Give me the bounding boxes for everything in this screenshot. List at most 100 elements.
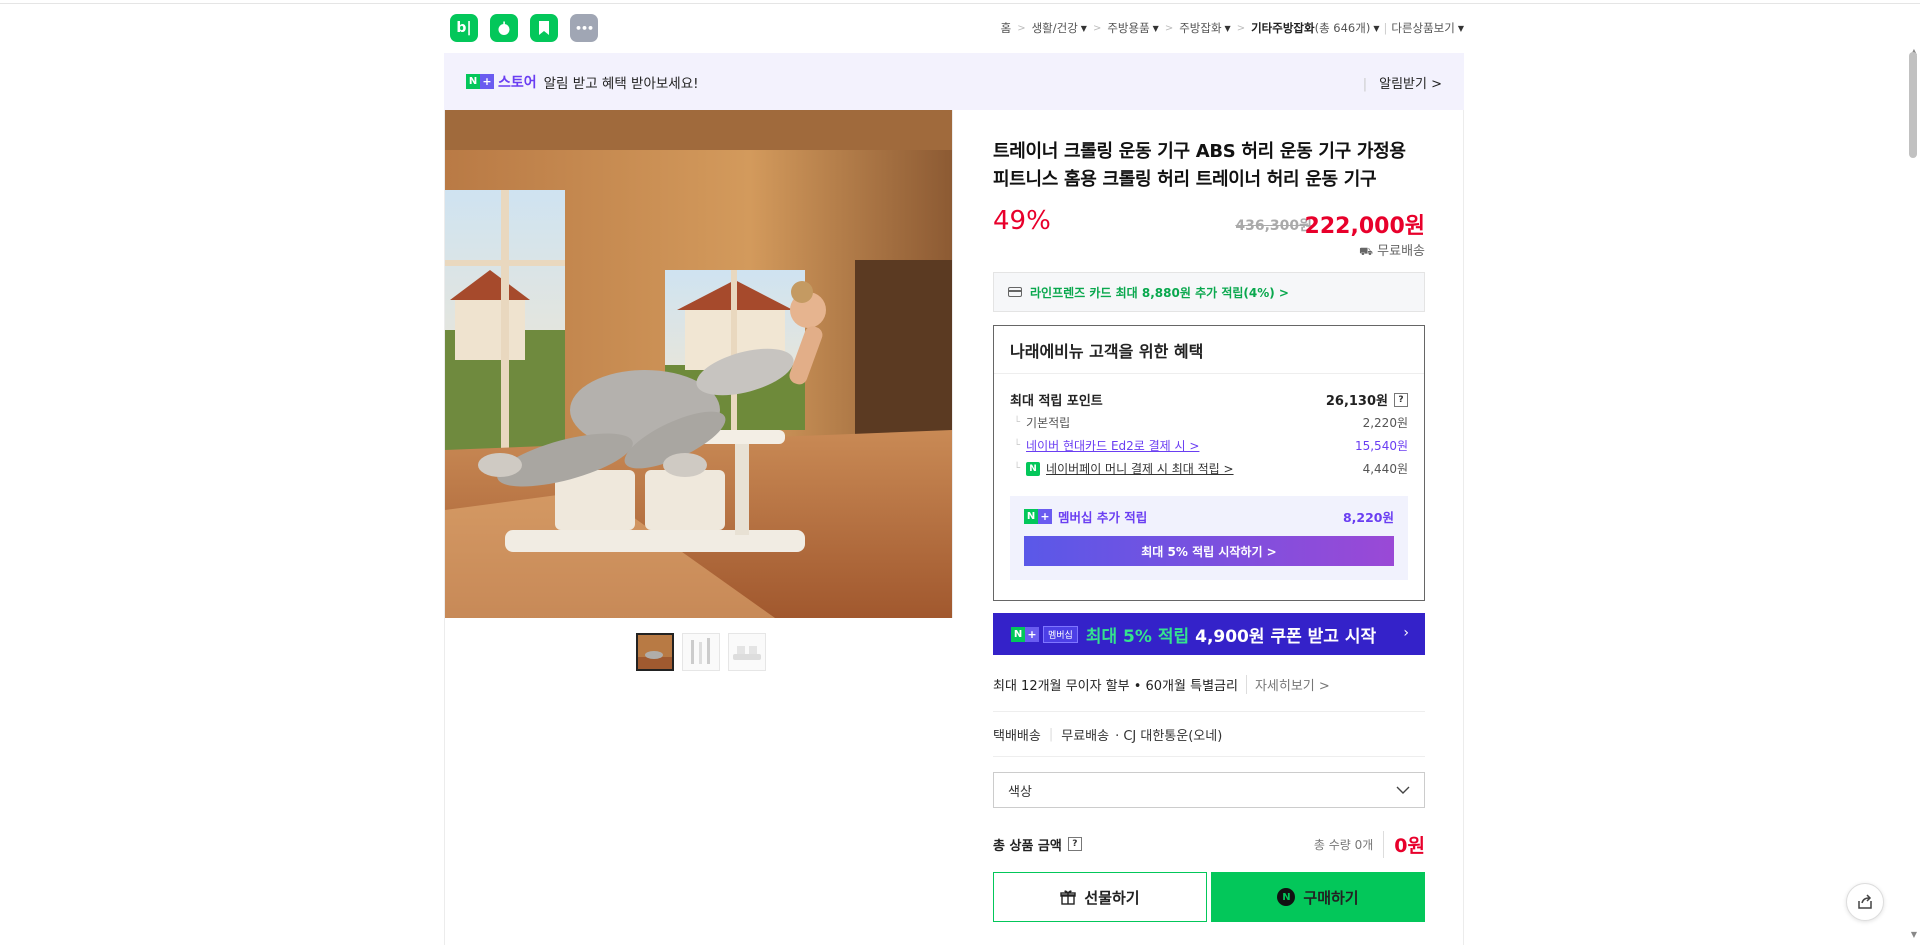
buy-button[interactable]: N 구매하기 bbox=[1211, 872, 1425, 922]
blog-app-icon[interactable]: b| bbox=[450, 14, 478, 42]
product-frame: 트레이너 크롤링 운동 기구 ABS 허리 운동 기구 가정용 피트니스 홈용 … bbox=[444, 110, 1464, 945]
bookmark-icon bbox=[539, 21, 549, 35]
thumbnail-list bbox=[636, 633, 953, 671]
naver-plus-logo: N + bbox=[466, 74, 494, 89]
select-placeholder: 색상 bbox=[1008, 784, 1032, 800]
naver-plus-logo: N + bbox=[1011, 626, 1039, 642]
membership-row: N + 멤버십 추가 적립 8,220원 bbox=[1024, 504, 1394, 528]
buy-label: 구매하기 bbox=[1303, 888, 1359, 907]
original-price: 436,300원 bbox=[1235, 218, 1312, 234]
tree-branch-icon: └ bbox=[1014, 463, 1021, 474]
n-icon: N bbox=[1024, 508, 1038, 524]
divider: | bbox=[1362, 77, 1368, 92]
app-shortcuts: b| ••• bbox=[450, 14, 598, 42]
benefit-heading: 나래에비뉴 고객을 위한 혜택 bbox=[994, 326, 1424, 374]
point-row-hyundai: └ 네이버 현대카드 Ed2로 결제 시 > 15,540원 bbox=[1010, 434, 1408, 457]
hero-photo bbox=[445, 110, 952, 618]
thumbnail-1[interactable] bbox=[636, 633, 674, 671]
total-label: 총 상품 금액 bbox=[993, 838, 1062, 854]
membership-tag: 멤버십 bbox=[1043, 625, 1078, 643]
benefit-box: 나래에비뉴 고객을 위한 혜택 최대 적립 포인트 26,130원 ? └ 기본적… bbox=[993, 325, 1425, 601]
scroll-down-arrow-icon[interactable]: ▼ bbox=[1911, 930, 1917, 939]
scrollbar-thumb[interactable] bbox=[1909, 52, 1917, 158]
n-icon: N bbox=[466, 74, 480, 89]
card-benefit-banner[interactable]: 라인프렌즈 카드 최대 8,880원 추가 적립(4%) > bbox=[993, 272, 1425, 312]
point-value: 15,540원 bbox=[1354, 439, 1408, 453]
alarm-label: 알림받기 > bbox=[1379, 77, 1442, 92]
delivery-type: 택배배송 bbox=[993, 728, 1041, 744]
thumbnail-image bbox=[729, 634, 765, 670]
max-point-label: 최대 적립 포인트 bbox=[1010, 394, 1103, 409]
caret-down-icon[interactable]: ▼ bbox=[1153, 24, 1159, 33]
membership-label: 멤버십 추가 적립 bbox=[1058, 509, 1148, 525]
bookmark-app-icon[interactable] bbox=[530, 14, 558, 42]
other-products-link[interactable]: 다른상품보기 bbox=[1391, 20, 1454, 36]
card-benefit-text: 라인프렌즈 카드 최대 8,880원 추가 적립(4%) > bbox=[1030, 285, 1289, 300]
hyundai-card-link[interactable]: 네이버 현대카드 Ed2로 결제 시 > bbox=[1026, 437, 1199, 454]
chevron-right-icon: > bbox=[1092, 22, 1102, 34]
max-point-amount: 26,130원 bbox=[1325, 394, 1388, 409]
apple-app-icon[interactable] bbox=[490, 14, 518, 42]
breadcrumb-level4[interactable]: 기타주방잡화 bbox=[1251, 20, 1314, 36]
thumbnail-3[interactable] bbox=[728, 633, 766, 671]
npay-money-link[interactable]: 네이버페이 머니 결제 시 최대 적립 > bbox=[1046, 460, 1234, 477]
membership-coupon-banner[interactable]: N + 멤버십 최대 5% 적립 4,900원 쿠폰 받고 시작 › bbox=[993, 613, 1425, 655]
breadcrumb-level1[interactable]: 생활/건강 bbox=[1032, 20, 1078, 36]
product-hero-image[interactable] bbox=[445, 110, 953, 618]
apple-icon bbox=[498, 21, 510, 35]
coupon-main: 4,900원 쿠폰 받고 시작 bbox=[1195, 626, 1377, 647]
store-alarm-banner: N + 스토어 알림 받고 혜택 받아보세요! | 알림받기 > bbox=[444, 53, 1464, 110]
sale-price: 222,000원 bbox=[1304, 214, 1425, 239]
chevron-right-icon: > bbox=[1164, 22, 1174, 34]
breadcrumb-level3[interactable]: 주방잡화 bbox=[1179, 20, 1221, 36]
product-title: 트레이너 크롤링 운동 기구 ABS 허리 운동 기구 가정용 피트니스 홈용 … bbox=[993, 141, 1406, 190]
store-message: 알림 받고 혜택 받아보세요! bbox=[543, 75, 699, 92]
header: b| ••• 홈 > 생활/건강 ▼ > 주방용품 ▼ > 주방잡화 ▼ > 기… bbox=[444, 14, 1464, 44]
caret-down-icon[interactable]: ▼ bbox=[1373, 24, 1379, 33]
alarm-button[interactable]: | 알림받기 > bbox=[1363, 73, 1442, 92]
gift-button[interactable]: 선물하기 bbox=[993, 872, 1207, 922]
color-option-select[interactable]: 색상 bbox=[993, 772, 1425, 808]
breadcrumb: 홈 > 생활/건강 ▼ > 주방용품 ▼ > 주방잡화 ▼ > 기타주방잡화 (… bbox=[1001, 20, 1464, 36]
chevron-right-icon: > bbox=[1236, 22, 1246, 34]
store-word: 스토어 bbox=[498, 74, 537, 91]
breadcrumb-level2[interactable]: 주방용품 bbox=[1107, 20, 1149, 36]
thumbnail-image bbox=[638, 635, 672, 669]
chevron-right-icon: > bbox=[1017, 22, 1026, 34]
total-qty: 총 수량 0개 bbox=[1313, 837, 1374, 852]
thumbnail-2[interactable] bbox=[682, 633, 720, 671]
npay-icon: N bbox=[1026, 461, 1041, 476]
share-icon bbox=[1858, 894, 1872, 909]
membership-start-button[interactable]: 최대 5% 적립 시작하기 > bbox=[1024, 536, 1394, 566]
naver-plus-logo: N + bbox=[1024, 508, 1052, 524]
installment-text: 최대 12개월 무이자 할부 • 60개월 특별금리 bbox=[993, 679, 1238, 694]
installment-more-link[interactable]: 자세히보기 > bbox=[1245, 675, 1330, 694]
breadcrumb-home[interactable]: 홈 bbox=[1001, 20, 1012, 36]
total-amount: 0원 bbox=[1383, 830, 1425, 858]
point-value: 4,440원 bbox=[1362, 462, 1408, 476]
plus-icon: + bbox=[480, 74, 494, 89]
blog-glyph: b| bbox=[456, 20, 472, 36]
coupon-accent: 최대 5% 적립 bbox=[1085, 626, 1190, 647]
help-icon[interactable]: ? bbox=[1067, 837, 1082, 851]
credit-card-icon bbox=[1008, 287, 1022, 297]
tree-branch-icon: └ bbox=[1014, 440, 1021, 451]
max-point-value: 26,130원 ? bbox=[1326, 390, 1408, 409]
plus-icon: + bbox=[1038, 508, 1052, 524]
share-button[interactable] bbox=[1846, 883, 1884, 921]
divider: | bbox=[1383, 21, 1388, 35]
delivery-info: 택배배송 | 무료배송 · CJ 대한통운(오네) bbox=[993, 712, 1425, 757]
discount-rate: 49% bbox=[993, 206, 1051, 236]
membership-box: N + 멤버십 추가 적립 8,220원 최대 5% 적립 시작하기 > bbox=[1010, 496, 1408, 580]
page-scrollbar[interactable] bbox=[1906, 44, 1920, 945]
point-row-npay: └ N 네이버페이 머니 결제 시 최대 적립 > 4,440원 bbox=[1010, 457, 1408, 480]
caret-down-icon[interactable]: ▼ bbox=[1458, 24, 1464, 33]
more-dots: ••• bbox=[574, 21, 594, 35]
top-border bbox=[0, 0, 1920, 4]
product-info: 트레이너 크롤링 운동 기구 ABS 허리 운동 기구 가정용 피트니스 홈용 … bbox=[993, 138, 1425, 922]
more-app-icon[interactable]: ••• bbox=[570, 14, 598, 42]
caret-down-icon[interactable]: ▼ bbox=[1225, 24, 1231, 33]
installment-info: 최대 12개월 무이자 할부 • 60개월 특별금리 자세히보기 > bbox=[993, 670, 1425, 712]
caret-down-icon[interactable]: ▼ bbox=[1081, 24, 1087, 33]
help-icon[interactable]: ? bbox=[1394, 392, 1408, 407]
